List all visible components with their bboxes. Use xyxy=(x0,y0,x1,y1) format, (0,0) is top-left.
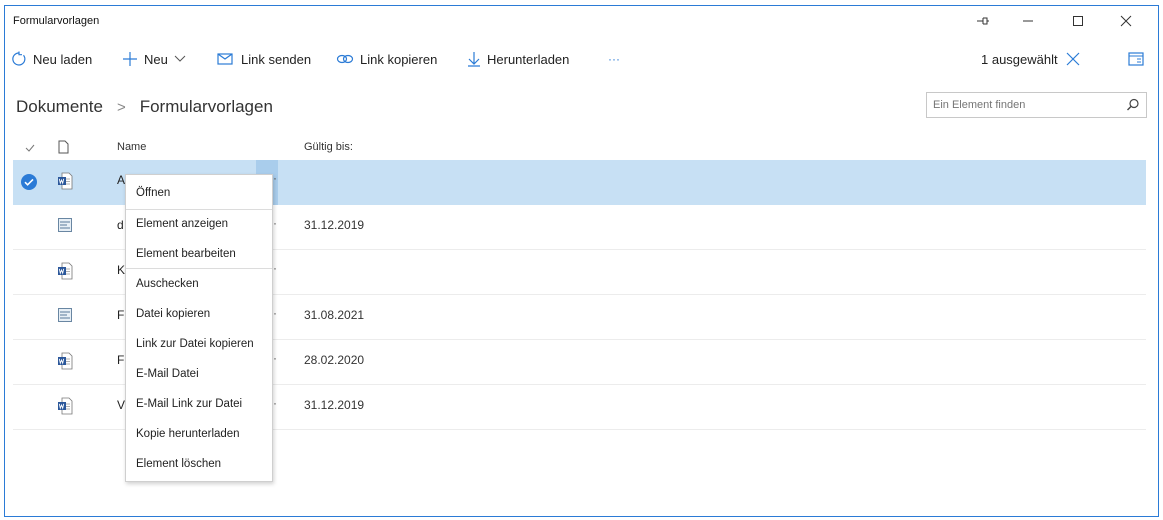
new-label: Neu xyxy=(144,51,168,67)
maximize-button[interactable] xyxy=(1060,6,1096,36)
row-more-dots[interactable]: · xyxy=(273,261,287,275)
row-more-dots[interactable]: · xyxy=(273,216,287,230)
breadcrumb-current: Formularvorlagen xyxy=(139,97,273,116)
row-name[interactable]: V xyxy=(117,398,125,412)
send-link-label: Link senden xyxy=(241,51,312,67)
image-file-icon xyxy=(58,218,72,232)
search-input[interactable] xyxy=(933,97,1113,113)
menu-item-delete-element[interactable]: Element löschen xyxy=(126,451,272,477)
app-window: Formularvorlagen Neu laden Neu Link send… xyxy=(4,5,1159,517)
menu-item-email-file-link[interactable]: E-Mail Link zur Datei xyxy=(126,391,272,417)
clear-selection-icon[interactable] xyxy=(1066,52,1080,66)
minimize-icon xyxy=(1023,20,1033,22)
menu-item-edit-element[interactable]: Element bearbeiten xyxy=(126,241,272,267)
minimize-button[interactable] xyxy=(1010,6,1046,36)
row-name[interactable]: K xyxy=(117,263,125,277)
search-icon[interactable] xyxy=(1126,98,1140,112)
command-bar: Neu laden Neu Link senden Link kopieren … xyxy=(5,46,1158,72)
plus-icon xyxy=(123,52,137,66)
word-doc-icon xyxy=(58,352,73,370)
column-header-valid-until[interactable]: Gültig bis: xyxy=(304,141,353,153)
menu-item-check-out[interactable]: Auschecken xyxy=(126,271,272,297)
row-more-dots[interactable]: · xyxy=(273,306,287,320)
copy-link-label: Link kopieren xyxy=(360,51,438,67)
reload-button[interactable]: Neu laden xyxy=(11,46,92,72)
search-box[interactable] xyxy=(926,92,1147,118)
download-button[interactable]: Herunterladen xyxy=(467,46,569,72)
menu-item-open[interactable]: Öffnen xyxy=(126,180,272,206)
selection-count: 1 ausgewählt xyxy=(981,51,1058,67)
refresh-icon xyxy=(12,51,26,66)
maximize-icon xyxy=(1073,16,1083,26)
word-doc-icon xyxy=(58,172,73,190)
row-name[interactable]: F xyxy=(117,353,124,367)
pin-button[interactable] xyxy=(965,6,1001,36)
row-more-dots[interactable]: · xyxy=(273,351,287,365)
reload-label: Neu laden xyxy=(33,51,93,67)
file-type-header-icon[interactable] xyxy=(58,140,69,154)
close-icon xyxy=(1120,15,1132,27)
menu-divider xyxy=(126,209,272,210)
menu-divider xyxy=(126,268,272,269)
link-icon xyxy=(336,54,354,64)
title-bar: Formularvorlagen xyxy=(5,6,1158,36)
breadcrumb-root[interactable]: Dokumente xyxy=(16,97,103,117)
menu-item-show-element[interactable]: Element anzeigen xyxy=(126,211,272,237)
word-doc-icon xyxy=(58,397,73,415)
pin-icon xyxy=(977,17,989,25)
download-icon xyxy=(468,52,480,67)
info-pane-icon xyxy=(1128,52,1144,66)
selected-check-icon[interactable] xyxy=(21,174,37,190)
select-all-checkmark-icon[interactable] xyxy=(25,144,35,152)
row-date: 31.12.2019 xyxy=(304,218,365,232)
row-date: 31.08.2021 xyxy=(304,308,365,322)
menu-item-download-copy[interactable]: Kopie herunterladen xyxy=(126,421,272,447)
more-label: ··· xyxy=(608,52,620,66)
menu-item-email-file[interactable]: E-Mail Datei xyxy=(126,361,272,387)
mail-icon xyxy=(217,53,233,65)
row-name[interactable]: F xyxy=(117,308,124,322)
breadcrumb: Dokumente > Formularvorlagen xyxy=(16,95,273,119)
copy-link-button[interactable]: Link kopieren xyxy=(336,46,437,72)
list-header: Name Gültig bis: xyxy=(13,136,1146,160)
chevron-down-icon xyxy=(174,55,186,62)
row-name[interactable]: A xyxy=(117,173,125,187)
new-button[interactable]: Neu xyxy=(122,46,186,72)
send-link-button[interactable]: Link senden xyxy=(217,46,311,72)
more-options-button[interactable]: ··· xyxy=(608,46,620,72)
breadcrumb-separator: > xyxy=(116,98,126,116)
row-date: 31.12.2019 xyxy=(304,398,365,412)
menu-item-copy-file[interactable]: Datei kopieren xyxy=(126,301,272,327)
selection-indicator[interactable]: 1 ausgewählt xyxy=(981,46,1080,72)
column-header-name[interactable]: Name xyxy=(117,141,146,153)
word-doc-icon xyxy=(58,262,73,280)
details-pane-button[interactable] xyxy=(1128,46,1144,72)
context-menu: Öffnen Element anzeigen Element bearbeit… xyxy=(125,174,273,482)
window-title: Formularvorlagen xyxy=(13,15,100,27)
row-more-dots: · xyxy=(273,171,277,185)
download-label: Herunterladen xyxy=(487,51,570,67)
row-date: 28.02.2020 xyxy=(304,353,365,367)
row-name[interactable]: d xyxy=(117,218,124,232)
close-window-button[interactable] xyxy=(1108,6,1144,36)
menu-item-copy-file-link[interactable]: Link zur Datei kopieren xyxy=(126,331,272,357)
row-more-dots[interactable]: · xyxy=(273,396,287,410)
image-file-icon xyxy=(58,308,72,322)
